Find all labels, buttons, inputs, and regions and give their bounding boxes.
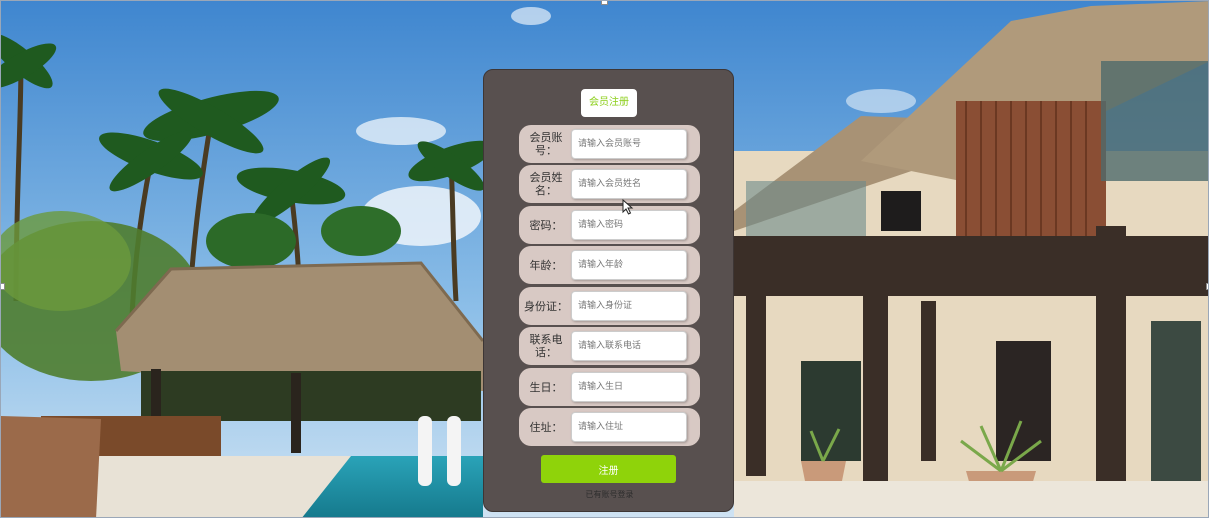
member-account-input[interactable] xyxy=(571,129,687,159)
age-input[interactable] xyxy=(571,250,687,280)
register-panel: 会员注册 会员账号： 会员姓名： 密码： 年龄： 身份证： 联系电话： 生日： xyxy=(483,69,734,512)
phone-label: 联系电话： xyxy=(529,333,563,359)
register-button[interactable]: 注册 xyxy=(541,455,676,483)
member-name-label: 会员姓名： xyxy=(529,171,563,197)
member-account-label: 会员账号： xyxy=(529,131,563,157)
resize-handle-left[interactable] xyxy=(1,283,5,290)
field-row-id-card: 身份证： xyxy=(519,287,700,325)
resize-handle-top[interactable] xyxy=(601,1,608,5)
page: 会员注册 会员账号： 会员姓名： 密码： 年龄： 身份证： 联系电话： 生日： xyxy=(0,0,1209,518)
login-link[interactable]: 已有账号登录 xyxy=(484,489,735,500)
field-row-password: 密码： xyxy=(519,206,700,244)
field-row-age: 年龄： xyxy=(519,246,700,284)
birthday-label: 生日： xyxy=(529,380,563,394)
field-row-address: 住址： xyxy=(519,408,700,446)
field-row-birthday: 生日： xyxy=(519,368,700,406)
address-label: 住址： xyxy=(529,420,563,434)
id-card-input[interactable] xyxy=(571,291,687,321)
phone-input[interactable] xyxy=(571,331,687,361)
id-card-label: 身份证： xyxy=(524,299,568,313)
password-label: 密码： xyxy=(529,218,563,232)
field-row-phone: 联系电话： xyxy=(519,327,700,365)
field-row-member-account: 会员账号： xyxy=(519,125,700,163)
mouse-cursor-icon xyxy=(622,199,634,215)
address-input[interactable] xyxy=(571,412,687,442)
form-title: 会员注册 xyxy=(581,89,637,117)
field-row-member-name: 会员姓名： xyxy=(519,165,700,203)
age-label: 年龄： xyxy=(529,258,563,272)
birthday-input[interactable] xyxy=(571,372,687,402)
member-name-input[interactable] xyxy=(571,169,687,199)
